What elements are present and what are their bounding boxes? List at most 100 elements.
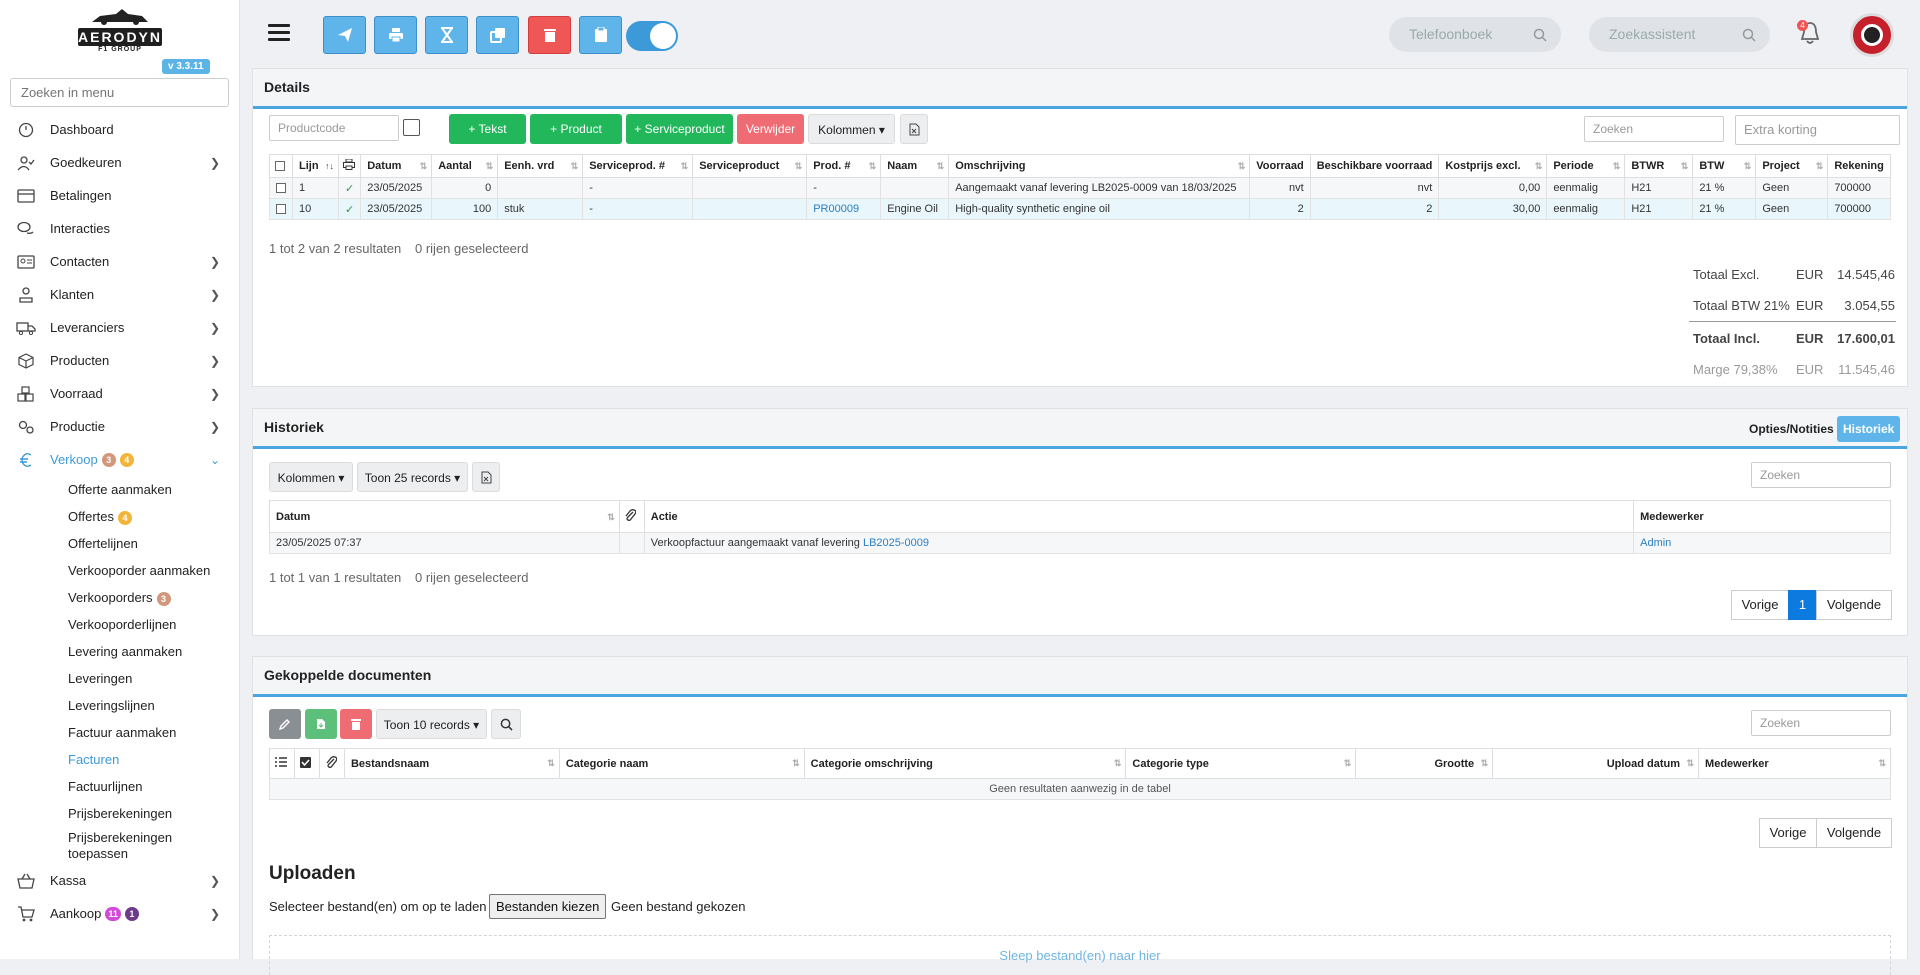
col-actie[interactable]: Actie	[643, 500, 1635, 533]
col-voorraad[interactable]: Voorraad	[1249, 154, 1311, 178]
col-serviceprod-nr[interactable]: Serviceprod. # ⇅	[582, 154, 694, 178]
submenu-item-prijsberekeningen-toepassen[interactable]: Prijsberekeningen toepassen	[0, 827, 239, 864]
sidebar-item-voorraad[interactable]: Voorraad ❯	[0, 377, 239, 410]
historiek-search-input[interactable]: Zoeken	[1751, 462, 1891, 488]
col-select[interactable]	[293, 748, 320, 779]
submenu-item[interactable]: Levering aanmaken	[0, 638, 239, 665]
delete-button[interactable]	[528, 16, 571, 54]
export-excel-button[interactable]	[900, 114, 928, 144]
row-checkbox[interactable]	[269, 177, 293, 199]
submenu-item[interactable]: Offertelijnen	[0, 530, 239, 557]
col-aantal[interactable]: Aantal ⇅	[431, 154, 499, 178]
row-checkbox[interactable]	[269, 198, 293, 220]
col-omschrijving[interactable]: Omschrijving ⇅	[948, 154, 1251, 178]
col-project[interactable]: Project ⇅	[1755, 154, 1829, 178]
table-row[interactable]: 10 ✓ 23/05/2025 100 stuk - PR00009 Engin…	[269, 198, 1891, 220]
productcode-checkbox[interactable]	[403, 119, 420, 136]
submenu-item[interactable]: Offerte aanmaken	[0, 476, 239, 503]
delete-rows-button[interactable]: Verwijder	[737, 114, 804, 144]
col-categorie-type[interactable]: Categorie type ⇅	[1125, 748, 1357, 779]
documents-records-dropdown[interactable]: Toon 10 records ▾	[376, 709, 487, 739]
col-lijn[interactable]: Lijn ↑↓	[292, 154, 339, 178]
col-btw[interactable]: BTW ⇅	[1692, 154, 1757, 178]
col-upload-datum[interactable]: Upload datum ⇅	[1492, 748, 1700, 779]
sidebar-item-klanten[interactable]: Klanten ❯	[0, 278, 239, 311]
col-kostprijs[interactable]: Kostprijs excl. ⇅	[1438, 154, 1548, 178]
submenu-item[interactable]: Verkooporderlijnen	[0, 611, 239, 638]
user-avatar[interactable]	[1850, 13, 1894, 57]
notifications-bell[interactable]: 4	[1797, 20, 1825, 48]
add-serviceproduct-button[interactable]: + Serviceproduct	[626, 114, 733, 144]
dropzone[interactable]: Sleep bestand(en) naar hier	[269, 935, 1891, 975]
assistant-search[interactable]: Zoekassistent	[1589, 17, 1770, 52]
hamburger-menu-icon[interactable]	[268, 24, 290, 42]
tab-historiek[interactable]: Historiek	[1837, 416, 1901, 442]
col-medewerker[interactable]: Medewerker ⇅	[1698, 748, 1891, 779]
copy-button[interactable]	[476, 16, 519, 54]
col-print[interactable]	[337, 154, 362, 178]
delete-document-button[interactable]	[340, 709, 372, 739]
details-search-input[interactable]: Zoeken	[1584, 116, 1724, 142]
submenu-item[interactable]: Offertes 4	[0, 503, 239, 530]
sidebar-item-interacties[interactable]: Interacties	[0, 212, 239, 245]
submenu-item[interactable]: Verkooporder aanmaken	[0, 557, 239, 584]
submenu-item[interactable]: Prijsberekeningen	[0, 800, 239, 827]
mode-toggle[interactable]	[626, 21, 678, 51]
historiek-columns-dropdown[interactable]: Kolommen ▾	[269, 462, 353, 492]
submenu-item[interactable]: Leveringen	[0, 665, 239, 692]
pager-next-button[interactable]: Volgende	[1816, 590, 1892, 620]
sidebar-item-aankoop[interactable]: Aankoop 11 1 ❯	[0, 897, 239, 930]
levering-link[interactable]: LB2025-0009	[863, 537, 929, 549]
col-bestandsnaam[interactable]: Bestandsnaam ⇅	[343, 748, 560, 779]
select-all-checkbox[interactable]	[269, 154, 293, 178]
sidebar-item-dashboard[interactable]: Dashboard	[0, 113, 239, 146]
download-document-button[interactable]	[305, 709, 337, 739]
submenu-item[interactable]: Facturen	[0, 746, 239, 773]
col-categorie-omschrijving[interactable]: Categorie omschrijving ⇅	[803, 748, 1127, 779]
col-list[interactable]	[269, 748, 295, 779]
sidebar-item-betalingen[interactable]: Betalingen	[0, 179, 239, 212]
print-button[interactable]	[374, 16, 417, 54]
col-datum[interactable]: Datum ⇅	[269, 500, 620, 533]
menu-search-input[interactable]	[10, 78, 229, 107]
submenu-item[interactable]: Factuurlijnen	[0, 773, 239, 800]
documents-prev-button[interactable]: Vorige	[1759, 818, 1817, 848]
historiek-records-dropdown[interactable]: Toon 25 records ▾	[357, 462, 468, 492]
documents-next-button[interactable]: Volgende	[1816, 818, 1892, 848]
sidebar-item-kassa[interactable]: Kassa ❯	[0, 864, 239, 897]
add-product-button[interactable]: + Product	[530, 114, 622, 144]
col-categorie-naam[interactable]: Categorie naam ⇅	[558, 748, 805, 779]
col-beschikbaar[interactable]: Beschikbare voorraad	[1309, 154, 1440, 178]
sidebar-item-leveranciers[interactable]: Leveranciers ❯	[0, 311, 239, 344]
pager-page-1[interactable]: 1	[1788, 590, 1817, 620]
col-datum[interactable]: Datum ⇅	[360, 154, 433, 178]
col-medewerker[interactable]: Medewerker	[1633, 500, 1891, 533]
col-grootte[interactable]: Grootte ⇅	[1355, 748, 1494, 779]
logo[interactable]: AERODYN F1 GROUP	[72, 2, 168, 58]
col-attachment[interactable]	[618, 500, 645, 533]
productcode-input[interactable]: Productcode	[269, 115, 399, 141]
tab-opties-notities[interactable]: Opties/Notities	[1743, 416, 1840, 442]
phonebook-search[interactable]: Telefoonboek	[1389, 17, 1561, 52]
columns-dropdown[interactable]: Kolommen ▾	[808, 114, 895, 144]
col-naam[interactable]: Naam ⇅	[880, 154, 950, 178]
hourglass-button[interactable]	[425, 16, 468, 54]
sidebar-item-contacten[interactable]: Contacten ❯	[0, 245, 239, 278]
sidebar-item-goedkeuren[interactable]: Goedkeuren ❯	[0, 146, 239, 179]
table-row[interactable]: 1 ✓ 23/05/2025 0 - - Aangemaakt vanaf le…	[269, 177, 1891, 199]
submenu-item[interactable]: Factuur aanmaken	[0, 719, 239, 746]
col-prod-nr[interactable]: Prod. # ⇅	[806, 154, 882, 178]
documents-search-input[interactable]: Zoeken	[1751, 710, 1891, 736]
historiek-export-button[interactable]	[472, 462, 500, 492]
clipboard-button[interactable]	[579, 16, 622, 54]
send-button[interactable]	[323, 16, 366, 54]
submenu-item[interactable]: Leveringslijnen	[0, 692, 239, 719]
col-btwr[interactable]: BTWR ⇅	[1624, 154, 1694, 178]
sidebar-item-producten[interactable]: Producten ❯	[0, 344, 239, 377]
table-row[interactable]: 23/05/2025 07:37 Verkoopfactuur aangemaa…	[269, 532, 1891, 554]
medewerker-link[interactable]: Admin	[1633, 532, 1891, 554]
col-periode[interactable]: Periode ⇅	[1546, 154, 1626, 178]
extra-discount-input[interactable]: Extra korting	[1735, 115, 1900, 145]
add-text-button[interactable]: + Tekst	[449, 114, 526, 144]
submenu-item[interactable]: Verkooporders 3	[0, 584, 239, 611]
